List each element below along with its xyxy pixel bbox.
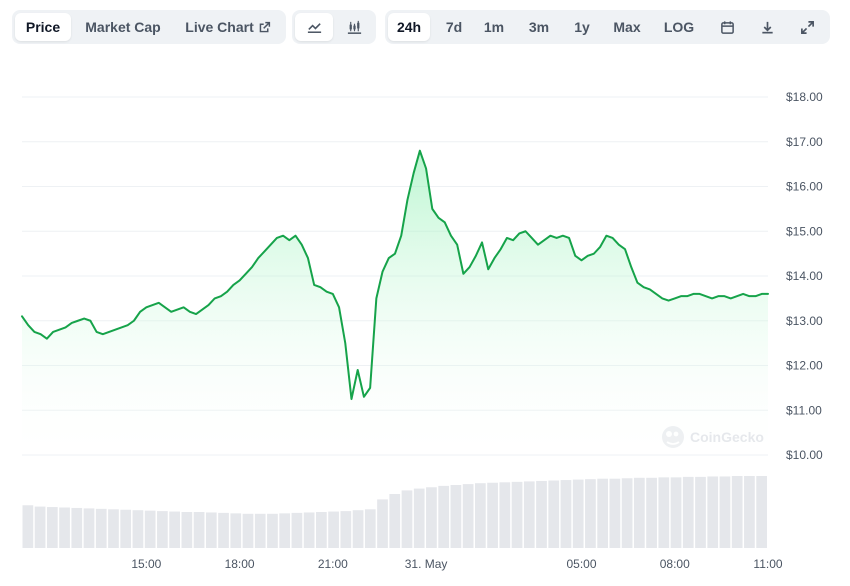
volume-bar bbox=[120, 509, 132, 548]
coingecko-watermark: CoinGecko bbox=[662, 426, 764, 448]
volume-bar bbox=[572, 479, 584, 548]
price-area-fill bbox=[22, 150, 768, 455]
y-tick-label: $11.00 bbox=[786, 403, 822, 417]
volume-bar bbox=[413, 488, 425, 548]
x-tick-label: 18:00 bbox=[225, 557, 255, 571]
volume-bar bbox=[389, 494, 401, 548]
x-tick-label: 15:00 bbox=[131, 557, 161, 571]
price-chart-container: $18.00 $17.00 $16.00 $15.00 $14.00 $13.00 $12.… bbox=[0, 0, 850, 581]
y-tick-label: $15.00 bbox=[786, 224, 823, 238]
volume-bar bbox=[95, 508, 107, 548]
volume-bar bbox=[511, 481, 523, 548]
volume-bar bbox=[719, 476, 731, 548]
volume-bar bbox=[536, 480, 547, 548]
volume-bar bbox=[731, 476, 743, 548]
volume-bar bbox=[621, 478, 633, 548]
volume-bar bbox=[157, 511, 168, 548]
volume-bar bbox=[401, 490, 413, 548]
volume-bar bbox=[108, 509, 119, 548]
volume-bar bbox=[59, 507, 70, 548]
volume-bar bbox=[646, 477, 657, 548]
volume-bar bbox=[46, 507, 58, 548]
volume-bar bbox=[658, 477, 670, 548]
volume-bar bbox=[377, 499, 388, 548]
y-tick-label: $12.00 bbox=[786, 359, 823, 373]
volume-bar bbox=[707, 476, 719, 548]
y-tick-label: $16.00 bbox=[786, 180, 823, 194]
volume-bar bbox=[744, 476, 755, 548]
volume-bar bbox=[144, 510, 156, 548]
volume-bar bbox=[254, 513, 266, 548]
volume-layer bbox=[22, 476, 767, 548]
x-tick-label: 21:00 bbox=[318, 557, 348, 571]
volume-bar bbox=[34, 506, 46, 548]
volume-bar bbox=[609, 478, 621, 548]
price-chart: $18.00 $17.00 $16.00 $15.00 $14.00 $13.00 $12.… bbox=[21, 90, 823, 571]
volume-bar bbox=[181, 512, 193, 548]
volume-bar bbox=[83, 508, 95, 548]
volume-bar bbox=[291, 512, 303, 548]
volume-bar bbox=[303, 512, 315, 548]
y-tick-label: $13.00 bbox=[786, 314, 823, 328]
volume-bar bbox=[193, 512, 205, 548]
volume-bar bbox=[279, 513, 291, 548]
y-tick-label: $10.00 bbox=[786, 448, 823, 462]
volume-bar bbox=[218, 512, 229, 548]
volume-bar bbox=[474, 483, 486, 548]
y-tick-label: $17.00 bbox=[786, 135, 823, 149]
volume-bar bbox=[682, 476, 694, 548]
volume-bar bbox=[499, 482, 511, 548]
volume-bar bbox=[364, 509, 376, 548]
volume-bar bbox=[22, 505, 34, 548]
volume-bar bbox=[267, 513, 278, 548]
volume-bar bbox=[523, 481, 535, 548]
volume-bar bbox=[633, 477, 645, 548]
volume-bar bbox=[670, 477, 682, 548]
volume-bar bbox=[132, 510, 144, 548]
y-tick-label: $18.00 bbox=[786, 90, 823, 104]
volume-bar bbox=[230, 513, 242, 548]
volume-bar bbox=[205, 512, 217, 548]
volume-bar bbox=[560, 480, 572, 548]
volume-bar bbox=[426, 487, 437, 548]
volume-bar bbox=[597, 478, 609, 548]
x-tick-label: 31. May bbox=[405, 557, 448, 571]
volume-bar bbox=[71, 507, 83, 548]
volume-bar bbox=[328, 511, 339, 548]
volume-bar bbox=[340, 511, 352, 548]
volume-bar bbox=[242, 513, 254, 548]
watermark-text: CoinGecko bbox=[690, 429, 764, 445]
y-tick-label: $14.00 bbox=[786, 269, 823, 283]
volume-bar bbox=[438, 485, 450, 548]
coingecko-logo-icon bbox=[662, 426, 684, 448]
volume-bar bbox=[352, 510, 364, 548]
volume-bar bbox=[316, 512, 327, 548]
price-layer bbox=[21, 149, 769, 455]
x-tick-label: 05:00 bbox=[566, 557, 596, 571]
volume-bar bbox=[462, 484, 474, 548]
volume-bar bbox=[756, 476, 767, 548]
volume-bar bbox=[585, 479, 596, 548]
volume-bar bbox=[548, 480, 560, 548]
volume-bar bbox=[169, 511, 180, 548]
x-tick-label: 08:00 bbox=[660, 557, 690, 571]
x-tick-label: 11:00 bbox=[753, 557, 782, 571]
volume-bar bbox=[487, 482, 498, 548]
volume-bar bbox=[695, 476, 706, 548]
volume-bar bbox=[450, 485, 462, 548]
